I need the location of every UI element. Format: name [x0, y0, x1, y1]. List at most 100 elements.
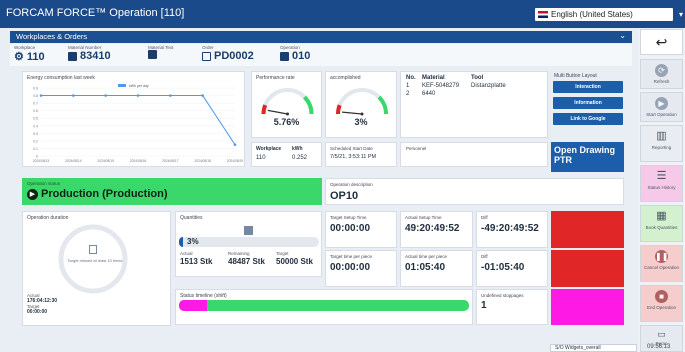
quantity-remaining-value: 48487 Stk [228, 257, 265, 266]
end-operation-label: End Operation [646, 305, 677, 310]
multi-button-title: Multi Button Layout [554, 73, 597, 79]
gauge-green-zone [377, 95, 388, 115]
quantities-title: Quantities [180, 215, 203, 221]
table-cell: 6440 [422, 91, 436, 97]
interaction-button[interactable]: Interaction [553, 81, 623, 93]
duration-target-value: 00:00:00 [27, 309, 48, 315]
book-quantities-button[interactable]: ▦ Book Quantities [640, 205, 683, 242]
kwh-label: kWh [292, 146, 303, 152]
order-info-bar: Workplace ⚙ 110 Material Number 83410 Mat… [10, 44, 632, 66]
refresh-button[interactable]: ⟳ Refresh [640, 59, 683, 89]
piece-diff-card: Diff -01:05:40 [476, 250, 548, 287]
end-operation-button[interactable]: ■ End Operation [640, 285, 683, 322]
workplace-kwh-workplace: 110 [256, 155, 266, 161]
y-tick-label: 0 [36, 155, 38, 159]
status-timeline-bar [179, 300, 469, 311]
performance-card: Performance rate 5.76% [251, 71, 322, 138]
section-title: Workplaces & Orders [16, 32, 88, 41]
back-arrow-icon: ↩ [655, 34, 668, 50]
quantity-target-label: Target [276, 251, 289, 256]
demo-icon: ▭ [657, 329, 666, 339]
energy-chart: 0.9 0.8 0.7 0.6 0.5 0.4 0.3 0.2 0.1 02024/08/13 20… [33, 84, 244, 163]
accomplished-value: 3% [354, 117, 368, 127]
gauge-needle [267, 109, 288, 115]
y-tick-label: 0.9 [33, 87, 38, 91]
cancel-operation-label: Cancel Operation [643, 265, 680, 270]
actual-setup-value: 49:20:49:52 [405, 223, 460, 234]
quantity-target-value: 50000 Stk [276, 257, 313, 266]
performance-value: 5.76% [273, 117, 300, 127]
open-drawing-button[interactable]: Open Drawing PTR [551, 142, 624, 172]
materials-header-no: No. [406, 75, 416, 81]
quantity-remaining-label: Remaining [228, 251, 250, 256]
x-tick-label: 2024/08/17 [162, 159, 179, 163]
back-button[interactable]: ↩ [640, 29, 683, 55]
setup-alert-indicator [551, 211, 624, 248]
hourglass-icon [89, 245, 97, 254]
schedule-label: Scheduled Start Date [330, 146, 373, 151]
operation-icon [280, 51, 289, 61]
y-tick-label: 0.8 [33, 94, 38, 98]
section-header[interactable]: Workplaces & Orders ⌄ [10, 31, 632, 43]
operation-description-card: Operation description OP10 [325, 178, 624, 205]
piece-diff-label: Diff [481, 254, 488, 259]
setup-diff-card: Diff -49:20:49:52 [476, 211, 548, 248]
data-point [233, 143, 237, 146]
target-setup-value: 00:00:00 [330, 223, 371, 234]
language-select[interactable]: English (United States) ▾ [535, 8, 683, 21]
target-setup-label: Target Setup Time [330, 215, 367, 220]
materials-header-tool: Tool [471, 75, 484, 81]
legend-label: kWh per day [129, 84, 149, 88]
information-button[interactable]: Information [553, 97, 623, 109]
status-history-button[interactable]: ☰ Status History [640, 165, 683, 202]
status-history-label: Status History [647, 185, 676, 190]
open-drawing-label: Open Drawing PTR [554, 145, 616, 165]
operation-field: Operation 010 [280, 45, 310, 62]
operation-description-label: Operation description [330, 182, 373, 187]
widget-set-select[interactable]: S/O Widgets_overall [550, 344, 637, 352]
pause-icon: ❚❚ [655, 250, 669, 263]
quantity-progress: 3% [179, 237, 319, 247]
materials-card: No. Material Tool 1 KEF-5048279 Distanzp… [400, 71, 548, 138]
app-window: FORCAM FORCE™ Operation [110] English (U… [0, 0, 685, 352]
x-tick-label: 2024/08/15 [97, 159, 114, 163]
order-field: Order PD0002 [202, 45, 254, 62]
operation-status-card: Operation status ▶ Production (Productio… [22, 178, 322, 205]
reporting-button[interactable]: ▥ Reporting [640, 125, 683, 162]
status-timeline-title: Status timeline (shift) [180, 293, 227, 299]
operation-status-label: Operation status [27, 181, 61, 186]
data-point [39, 94, 43, 97]
material-number-value: 83410 [80, 50, 111, 62]
undefined-stoppages-label: Undefined stoppages [481, 293, 524, 298]
quantity-progress-fill [179, 237, 184, 247]
refresh-label: Refresh [653, 79, 670, 84]
link-to-google-button[interactable]: Link to Google [553, 113, 623, 125]
start-operation-button[interactable]: ▶ Start Operation [640, 92, 683, 122]
workplace-kwh-value: 0.252 [292, 155, 308, 161]
piece-diff-value: -01:05:40 [481, 262, 525, 273]
actual-piece-value: 01:05:40 [405, 262, 446, 273]
gauge-hub [286, 112, 289, 116]
x-tick-label: 2024/08/14 [65, 159, 82, 163]
text-icon [148, 50, 157, 59]
table-cell: KEF-5048279 [422, 83, 460, 89]
barcode-icon [68, 51, 77, 61]
target-setup-card: Target Setup Time 00:00:00 [325, 211, 397, 248]
x-tick-label: 2024/08/19 [227, 159, 244, 163]
y-tick-label: 0.5 [33, 117, 38, 121]
cancel-operation-button[interactable]: ❚❚ Cancel Operation [640, 245, 683, 282]
quantities-card: Quantities 3% Actual 1513 Stk Remaining … [175, 211, 322, 277]
target-piece-label: Target time per piece [330, 254, 373, 259]
actual-piece-label: Actual time per piece [405, 254, 448, 259]
quantity-actual-value: 1513 Stk [180, 257, 213, 266]
workplace-kwh-label: Workplace [256, 146, 282, 152]
status-timeline-card: Status timeline (shift) [175, 289, 473, 325]
reporting-label: Reporting [651, 145, 672, 150]
boxes-icon [244, 226, 253, 235]
book-quantities-label: Book Quantities [645, 225, 678, 230]
piece-alert-indicator [551, 250, 624, 287]
target-piece-card: Target time per piece 00:00:00 [325, 250, 397, 287]
setup-diff-label: Diff [481, 215, 488, 220]
undefined-stoppages-card: Undefined stoppages 1 [476, 289, 548, 325]
schedule-card: Scheduled Start Date 7/5/21, 3:53:11 PM [325, 142, 397, 167]
